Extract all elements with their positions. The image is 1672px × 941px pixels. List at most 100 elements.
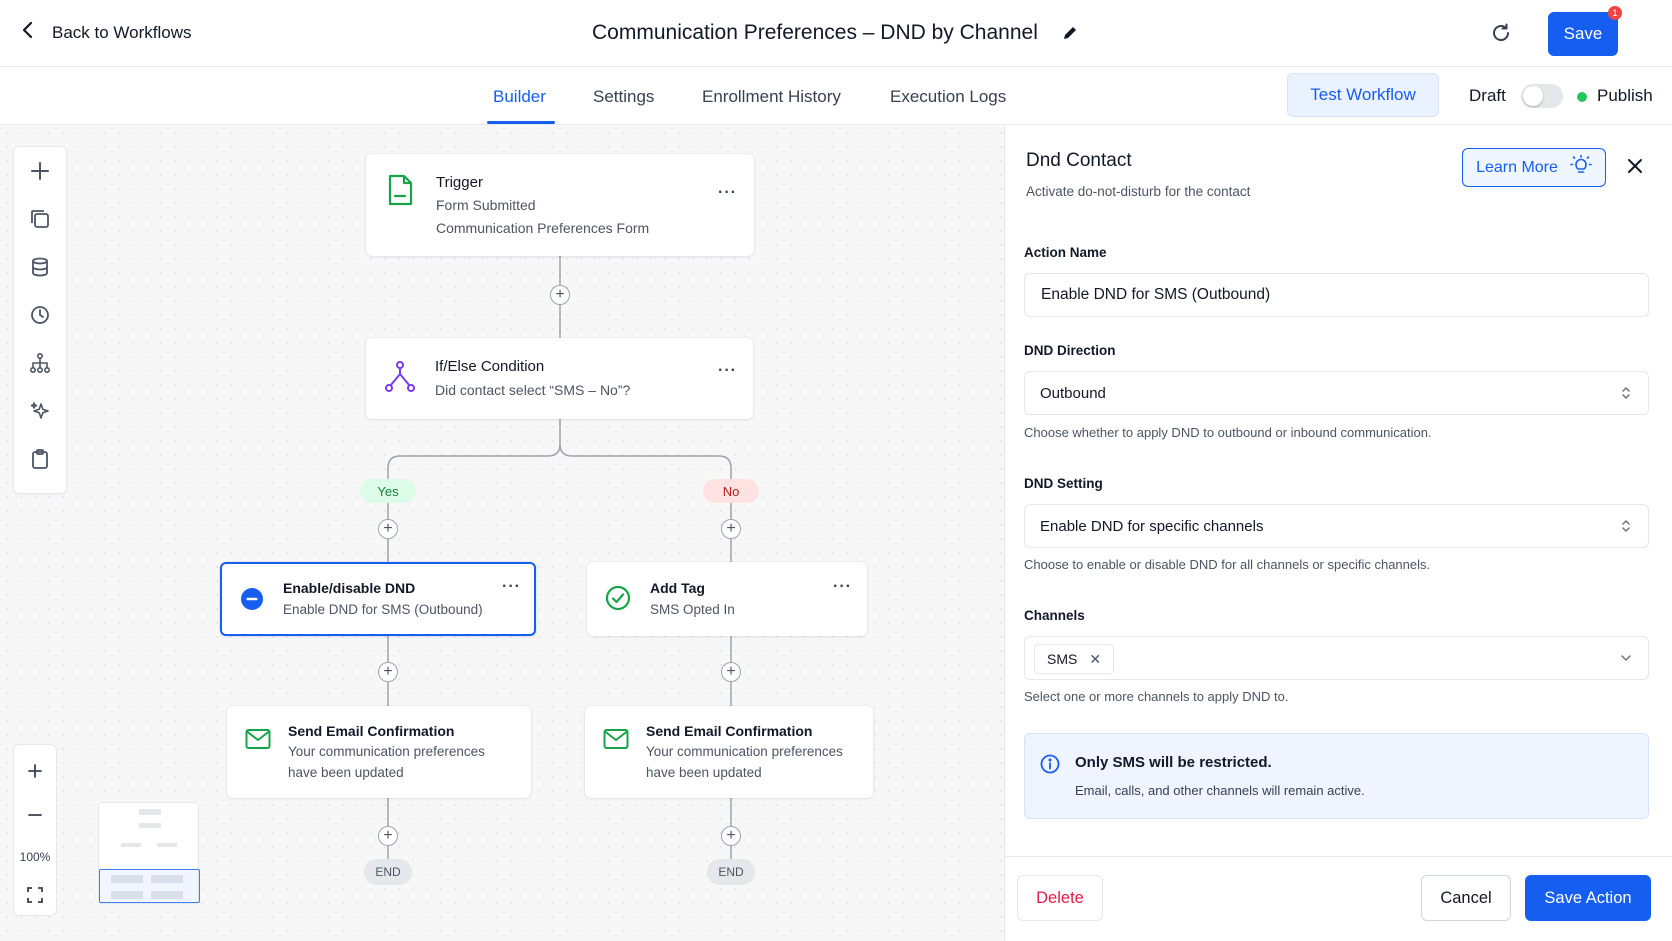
dnd-action-title: Enable/disable DND: [283, 580, 416, 596]
workflow-title: Communication Preferences – DND by Chann…: [592, 21, 1038, 44]
refresh-icon[interactable]: [1490, 22, 1512, 44]
remove-chip-icon[interactable]: ✕: [1089, 651, 1101, 668]
publish-status-dot: [1577, 92, 1587, 102]
add-tag-subtitle: SMS Opted In: [650, 602, 735, 617]
branch-yes-label: Yes: [360, 479, 416, 503]
email-left-line1: Your communication preferences: [288, 744, 485, 759]
info-alert: Only SMS will be restricted. Email, call…: [1024, 733, 1649, 819]
info-icon: [1040, 754, 1060, 779]
delete-button[interactable]: Delete: [1017, 875, 1103, 921]
action-name-label: Action Name: [1024, 245, 1107, 260]
trigger-card[interactable]: Trigger Form Submitted Communication Pre…: [366, 154, 754, 256]
send-email-card-left[interactable]: Send Email Confirmation Your communicati…: [227, 706, 531, 798]
workflow-canvas[interactable]: 100% Trigger Form Submitted Communicatio…: [0, 126, 1004, 941]
back-to-workflows-link[interactable]: Back to Workflows: [18, 20, 192, 45]
condition-more-button[interactable]: ···: [718, 362, 737, 380]
add-step-button[interactable]: +: [721, 826, 741, 846]
document-icon: [386, 174, 414, 211]
copy-icon[interactable]: [14, 195, 66, 243]
channels-multiselect[interactable]: SMS ✕: [1024, 636, 1649, 680]
trigger-title: Trigger: [436, 174, 483, 191]
add-step-button[interactable]: +: [378, 662, 398, 682]
zoom-in-icon[interactable]: [14, 751, 56, 791]
tab-enrollment-history[interactable]: Enrollment History: [702, 87, 841, 107]
chevron-down-icon: [1620, 651, 1632, 668]
test-workflow-button[interactable]: Test Workflow: [1287, 73, 1439, 117]
channels-help: Select one or more channels to apply DND…: [1024, 689, 1289, 704]
add-step-button[interactable]: +: [721, 662, 741, 682]
cancel-button[interactable]: Cancel: [1421, 875, 1511, 921]
email-left-title: Send Email Confirmation: [288, 723, 455, 739]
add-step-button[interactable]: +: [378, 826, 398, 846]
clipboard-icon[interactable]: [14, 435, 66, 483]
dnd-setting-select[interactable]: Enable DND for specific channels: [1024, 504, 1649, 548]
dnd-direction-select[interactable]: Outbound: [1024, 371, 1649, 415]
add-tag-card[interactable]: Add Tag SMS Opted In ···: [587, 562, 867, 636]
zoom-level: 100%: [19, 850, 51, 864]
save-action-button[interactable]: Save Action: [1525, 875, 1651, 921]
trigger-more-button[interactable]: ···: [718, 184, 737, 202]
database-icon[interactable]: [14, 243, 66, 291]
publish-toggle[interactable]: [1521, 84, 1563, 108]
condition-title: If/Else Condition: [435, 358, 545, 375]
dnd-action-more-button[interactable]: ···: [502, 578, 521, 596]
zoom-out-icon[interactable]: [14, 795, 56, 835]
lightbulb-icon: [1570, 154, 1592, 181]
end-node-left: END: [364, 859, 412, 885]
dnd-direction-help: Choose whether to apply DND to outbound …: [1024, 425, 1432, 440]
draft-label: Draft: [1469, 86, 1506, 105]
email-right-title: Send Email Confirmation: [646, 723, 813, 739]
select-arrows-icon: [1620, 385, 1632, 405]
notification-badge: 1: [1608, 6, 1622, 20]
minimap[interactable]: [98, 802, 200, 904]
clock-icon[interactable]: [14, 291, 66, 339]
learn-more-button[interactable]: Learn More: [1462, 148, 1606, 187]
dnd-direction-label: DND Direction: [1024, 343, 1116, 358]
if-else-card[interactable]: If/Else Condition Did contact select “SM…: [366, 338, 753, 419]
tab-builder[interactable]: Builder: [493, 87, 546, 107]
info-title: Only SMS will be restricted.: [1075, 754, 1272, 771]
mail-icon: [603, 728, 629, 755]
add-tag-title: Add Tag: [650, 580, 705, 596]
tab-settings[interactable]: Settings: [593, 87, 654, 107]
check-circle-icon: [605, 585, 631, 616]
email-right-line1: Your communication preferences: [646, 744, 843, 759]
tab-bar: Builder Settings Enrollment History Exec…: [0, 67, 1672, 125]
zoom-controls: 100%: [13, 744, 57, 916]
add-tag-more-button[interactable]: ···: [833, 578, 852, 596]
fit-screen-icon[interactable]: [14, 875, 56, 915]
top-header: Back to Workflows Communication Preferen…: [0, 0, 1672, 67]
minimap-viewport[interactable]: [99, 869, 200, 903]
action-name-input[interactable]: Enable DND for SMS (Outbound): [1024, 273, 1649, 317]
save-button[interactable]: Save: [1548, 12, 1618, 56]
panel-description: Activate do-not-disturb for the contact: [1026, 184, 1251, 199]
add-step-yes-button[interactable]: +: [378, 519, 398, 539]
send-email-card-right[interactable]: Send Email Confirmation Your communicati…: [585, 706, 873, 798]
sparkles-icon[interactable]: [14, 387, 66, 435]
mail-icon: [245, 728, 271, 755]
trigger-line1: Form Submitted: [436, 197, 536, 213]
toggle-knob: [1523, 86, 1543, 106]
add-step-button[interactable]: +: [550, 285, 570, 305]
active-tab-indicator: [487, 121, 555, 124]
branch-icon: [384, 360, 416, 399]
end-node-right: END: [707, 859, 755, 885]
pencil-icon[interactable]: [1062, 25, 1078, 41]
tab-execution-logs[interactable]: Execution Logs: [890, 87, 1006, 107]
email-left-line2: have been updated: [288, 765, 404, 780]
workflow-title-group: Communication Preferences – DND by Chann…: [592, 21, 1078, 45]
dnd-direction-value: Outbound: [1040, 384, 1106, 402]
panel-footer: Delete Cancel Save Action: [1005, 856, 1672, 941]
publish-label: Publish: [1597, 86, 1653, 105]
close-icon[interactable]: [1625, 156, 1645, 181]
dnd-action-subtitle: Enable DND for SMS (Outbound): [283, 602, 483, 617]
plus-icon[interactable]: [14, 147, 66, 195]
add-step-no-button[interactable]: +: [721, 519, 741, 539]
trigger-line2: Communication Preferences Form: [436, 220, 650, 236]
back-label: Back to Workflows: [52, 22, 192, 42]
dnd-action-card[interactable]: Enable/disable DND Enable DND for SMS (O…: [220, 562, 536, 636]
email-right-line2: have been updated: [646, 765, 762, 780]
panel-title: Dnd Contact: [1026, 150, 1132, 171]
action-settings-panel: Dnd Contact Activate do-not-disturb for …: [1004, 126, 1672, 941]
hierarchy-icon[interactable]: [14, 339, 66, 387]
